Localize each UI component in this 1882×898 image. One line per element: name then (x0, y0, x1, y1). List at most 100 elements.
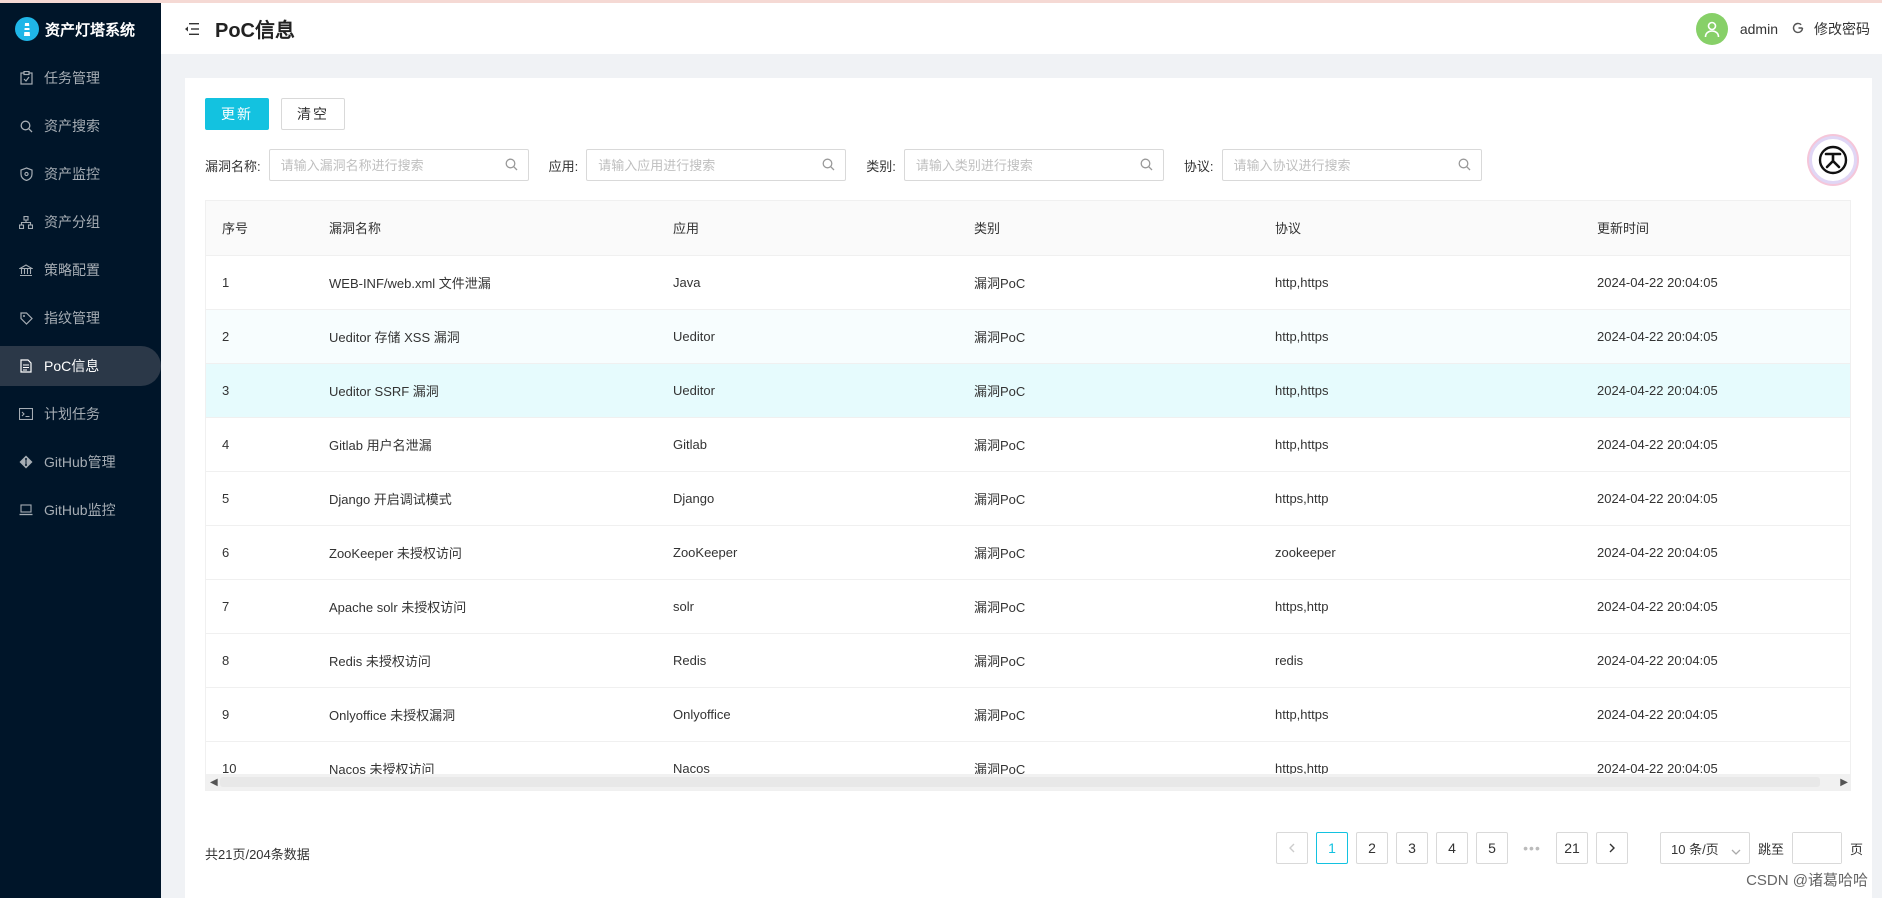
more-pages-icon[interactable]: ••• (1516, 832, 1548, 864)
sidebar-item-label: 任务管理 (44, 70, 100, 86)
vuln-name-search-input[interactable] (280, 157, 491, 173)
protocol-search-box[interactable] (1221, 149, 1482, 181)
category-search-box[interactable] (903, 149, 1164, 181)
page-number-list: 12345 (1316, 832, 1516, 864)
page-2[interactable]: 2 (1356, 832, 1388, 864)
table-cell: Onlyoffice 未授权漏洞 (313, 687, 657, 742)
change-password-link[interactable]: 修改密码 (1814, 19, 1870, 39)
table-row[interactable]: 1 WEB-INF/web.xml 文件泄漏 Java 漏洞PoC http,https… (206, 255, 1850, 310)
menu-fold-icon[interactable] (185, 20, 203, 38)
table-cell: 2024-04-22 20:04:05 (1581, 309, 1850, 364)
user-avatar-icon[interactable] (1695, 12, 1728, 45)
sidebar-item-4[interactable]: 资产分组 (0, 202, 161, 242)
app-search-input[interactable] (598, 157, 809, 173)
table-cell: 5 (206, 471, 313, 526)
chevron-right-icon (1609, 843, 1615, 853)
protocol-search-input[interactable] (1233, 157, 1444, 173)
floating-assistant-icon[interactable] (1809, 136, 1857, 184)
table-cell: Redis 未授权访问 (313, 633, 657, 688)
table-cell: redis (1259, 633, 1581, 688)
column-header: 序号 (206, 201, 313, 256)
page-5[interactable]: 5 (1476, 832, 1508, 864)
search-icon[interactable] (1458, 158, 1471, 174)
app-logo[interactable]: 资产灯塔系统 (0, 0, 161, 58)
table-row[interactable]: 7 Apache solr 未授权访问 solr 漏洞PoC https,http 202… (206, 579, 1850, 634)
github-icon (18, 454, 34, 470)
table-cell: http,https (1259, 417, 1581, 472)
filter-vuln-name-label: 漏洞名称: (205, 158, 261, 174)
table-cell: https,http (1259, 579, 1581, 634)
table-cell: 漏洞PoC (958, 633, 1259, 688)
sidebar-item-6[interactable]: 指纹管理 (0, 298, 161, 338)
scroll-left-icon[interactable]: ◀ (210, 777, 218, 788)
sidebar-item-7[interactable]: PoC信息 (0, 346, 161, 386)
filter-app-label: 应用: (548, 158, 579, 174)
column-header: 更新时间 (1581, 201, 1850, 256)
page-1[interactable]: 1 (1316, 832, 1348, 864)
table-row[interactable]: 6 ZooKeeper 未授权访问 ZooKeeper 漏洞PoC zookeeper 2… (206, 525, 1850, 580)
table-cell: 9 (206, 687, 313, 742)
vuln-name-search-box[interactable] (268, 149, 529, 181)
username[interactable]: admin (1740, 21, 1778, 37)
page-size-select[interactable]: 10 条/页 (1660, 832, 1750, 864)
sidebar-item-3[interactable]: 资产监控 (0, 154, 161, 194)
scroll-right-icon[interactable]: ▶ (1840, 777, 1848, 788)
sidebar-item-10[interactable]: GitHub监控 (0, 490, 161, 530)
cluster-icon (18, 214, 34, 230)
sidebar-item-9[interactable]: GitHub管理 (0, 442, 161, 482)
filter-protocol-label: 协议: (1183, 158, 1214, 174)
search-icon[interactable] (822, 158, 835, 174)
sidebar-item-1[interactable]: 任务管理 (0, 58, 161, 98)
table-cell: zookeeper (1259, 525, 1581, 580)
code-icon (18, 406, 34, 422)
page-4[interactable]: 4 (1436, 832, 1468, 864)
csdn-watermark: CSDN @诸葛哈哈 (1746, 872, 1868, 889)
table-cell: Django (657, 471, 958, 526)
table-row[interactable]: 2 Ueditor 存储 XSS 漏洞 Ueditor 漏洞PoC http,https… (206, 309, 1850, 364)
jump-page-input[interactable] (1793, 833, 1842, 863)
column-header: 类别 (958, 201, 1259, 256)
table-cell: http,https (1259, 309, 1581, 364)
search-icon[interactable] (1140, 158, 1153, 174)
sidebar-item-label: PoC信息 (44, 358, 100, 374)
next-page-button[interactable] (1596, 832, 1628, 864)
page-3[interactable]: 3 (1396, 832, 1428, 864)
page-last[interactable]: 21 (1556, 832, 1588, 864)
table-cell: Apache solr 未授权访问 (313, 579, 657, 634)
table-row[interactable]: 5 Django 开启调试模式 Django 漏洞PoC https,http 2024-… (206, 471, 1850, 526)
clipboard-icon (18, 70, 34, 86)
filter-bar: 漏洞名称: 应用: 类别: 协议: (205, 149, 1502, 181)
sidebar-item-label: 策略配置 (44, 262, 100, 278)
table-cell: https,http (1259, 471, 1581, 526)
column-header: 协议 (1259, 201, 1581, 256)
sidebar-item-8[interactable]: 计划任务 (0, 394, 161, 434)
prev-page-button[interactable] (1276, 832, 1308, 864)
jump-page-box[interactable] (1792, 832, 1843, 864)
update-button[interactable]: 更新 (205, 98, 269, 130)
sidebar-item-label: 计划任务 (44, 406, 100, 422)
table-row[interactable]: 8 Redis 未授权访问 Redis 漏洞PoC redis 2024-04-22 20… (206, 633, 1850, 688)
table-cell: Django 开启调试模式 (313, 471, 657, 526)
sidebar-item-label: GitHub管理 (44, 454, 116, 470)
content-card: 更新 清空 漏洞名称: 应用: 类别: 协议: (185, 78, 1872, 898)
poc-table: 序号 漏洞名称 应用 类别 协议 更新时间 1 WEB-INF/web.xml 文件泄漏 Ja… (205, 200, 1851, 791)
app-search-box[interactable] (586, 149, 847, 181)
table-cell: Ueditor 存储 XSS 漏洞 (313, 309, 657, 364)
table-row[interactable]: 4 Gitlab 用户名泄漏 Gitlab 漏洞PoC http,https 2024-0… (206, 417, 1850, 472)
table-cell: 2024-04-22 20:04:05 (1581, 525, 1850, 580)
table-row[interactable]: 9 Onlyoffice 未授权漏洞 Onlyoffice 漏洞PoC http,htt… (206, 687, 1850, 742)
table-cell: 2024-04-22 20:04:05 (1581, 471, 1850, 526)
search-icon (18, 118, 34, 134)
page-title: PoC信息 (215, 20, 295, 42)
sidebar-item-5[interactable]: 策略配置 (0, 250, 161, 290)
category-search-input[interactable] (915, 157, 1126, 173)
search-icon[interactable] (505, 158, 518, 174)
sidebar-item-label: 资产监控 (44, 166, 100, 182)
scrollbar-thumb[interactable] (220, 777, 1820, 787)
clear-button[interactable]: 清空 (281, 98, 345, 130)
lighthouse-logo-icon (15, 17, 39, 41)
table-cell: 8 (206, 633, 313, 688)
sidebar-item-2[interactable]: 资产搜索 (0, 106, 161, 146)
horizontal-scrollbar[interactable]: ◀ ▶ (206, 774, 1850, 790)
table-row[interactable]: 3 Ueditor SSRF 漏洞 Ueditor 漏洞PoC http,https 20… (206, 363, 1850, 418)
